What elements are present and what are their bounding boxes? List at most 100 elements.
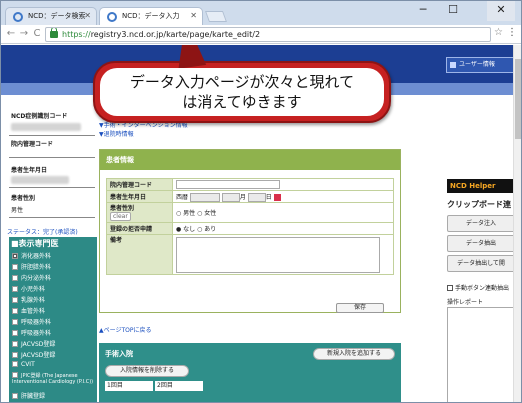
refusal-none-radio[interactable]: なし — [183, 226, 195, 233]
day-input[interactable] — [247, 192, 266, 202]
tab-label: NCD：データ入力 — [122, 12, 180, 20]
back-icon[interactable]: ← — [4, 27, 18, 41]
department-item[interactable]: 肝臓登録 — [12, 391, 45, 400]
checkbox[interactable] — [12, 352, 18, 358]
department-item[interactable]: JACVSD登録 — [12, 350, 55, 359]
checkbox[interactable] — [12, 308, 18, 314]
sex-cell: ○ 男性 ○ 女性 — [172, 202, 394, 223]
divider — [9, 217, 95, 218]
patient-form: 院内管理コード 患者生年月日 西暦 月 日 患者性別clear ○ 男性 ○ — [106, 178, 394, 275]
hospital-code-label: 院内管理コード — [11, 141, 54, 148]
sex-field-label: 患者性別 — [110, 205, 135, 212]
department-list: ■表示専門医 消化器外科 肝胆膵外科 内分泌外科 小児外科 乳腺外科 血管外科 … — [9, 237, 97, 402]
female-radio-label[interactable]: 女性 — [204, 210, 216, 217]
extract-and-open-button[interactable]: データ抽出して開 — [447, 255, 515, 272]
inject-data-button[interactable]: データ注入 — [447, 215, 515, 232]
lock-icon — [50, 28, 58, 38]
clear-button[interactable]: clear — [110, 212, 131, 221]
clipboard-title: クリップボード連 — [447, 200, 511, 209]
department-item[interactable]: 内分泌外科 — [12, 273, 51, 282]
link-discharge-info[interactable]: ▼退院時情報 — [99, 130, 188, 139]
operation-report-label: 操作レポート — [447, 299, 484, 306]
department-item[interactable]: 肝胆膵外科 — [12, 262, 51, 271]
status-text: ステータス：完了(承認済) — [7, 229, 78, 236]
male-radio-label[interactable]: 男性 — [183, 210, 195, 217]
forward-icon[interactable]: → — [17, 27, 31, 41]
refusal-yes-radio[interactable]: あり — [204, 226, 216, 233]
extract-data-button[interactable]: データ抽出 — [447, 235, 515, 252]
checkbox[interactable] — [12, 297, 18, 303]
menu-icon[interactable]: ⋮ — [507, 27, 517, 38]
url-text: registry3.ncd.or.jp/karte/page/karte_edi… — [90, 30, 261, 39]
department-item[interactable]: 呼吸器外科 — [12, 317, 51, 326]
sex-value: 男性 — [11, 207, 24, 214]
checkbox[interactable] — [12, 393, 18, 399]
close-window-button[interactable]: ✕ — [487, 1, 515, 21]
checkbox[interactable] — [447, 285, 453, 291]
url-scheme: https:// — [62, 30, 91, 39]
divider — [9, 135, 95, 136]
add-admission-button[interactable]: 新規入院を追加する — [313, 348, 395, 360]
department-item[interactable]: JPIC登録 (The Japanese Interventional Card… — [12, 372, 96, 385]
department-item[interactable]: 消化器外科 — [12, 251, 51, 260]
checkbox-checked[interactable] — [12, 253, 18, 259]
helper-title: NCD Helper — [447, 179, 515, 193]
case-id-value-redacted — [11, 123, 81, 131]
month-input[interactable] — [221, 192, 240, 202]
user-info-button[interactable]: ユーザー情報 — [446, 57, 515, 73]
department-item[interactable]: 血管外科 — [12, 306, 45, 315]
save-button[interactable]: 保存 — [336, 303, 384, 313]
hospital-code-cell — [172, 178, 394, 191]
checkbox[interactable] — [12, 264, 18, 270]
address-bar[interactable]: https://registry3.ncd.or.jp/karte/page/k… — [45, 27, 491, 42]
hospital-code-input[interactable] — [176, 180, 280, 189]
callout-pointer — [171, 45, 207, 69]
checkbox[interactable] — [12, 319, 18, 325]
page-scrollbar[interactable] — [513, 45, 521, 402]
era-label: 西暦 — [176, 193, 189, 201]
checkbox[interactable] — [12, 275, 18, 281]
department-item[interactable]: 呼吸器外科 — [12, 328, 51, 337]
reload-icon[interactable]: C — [30, 27, 44, 41]
delete-admission-button[interactable]: 入院情報を削除する — [105, 365, 189, 377]
scrollbar-thumb[interactable] — [515, 59, 521, 139]
admission-tab-1[interactable]: 1回目 — [105, 381, 153, 391]
field-label: 院内管理コード — [106, 178, 173, 191]
patient-info-panel: 患者情報 院内管理コード 患者生年月日 西暦 月 日 患者性別 clear ○ … — [99, 149, 401, 313]
operation-panel: 手術入院 新規入院を追加する 入院情報を削除する 1回目 2回目 — [99, 343, 401, 402]
tab-data-input[interactable]: NCD：データ入力 ✕ — [99, 7, 203, 25]
divider — [9, 157, 95, 158]
ncd-favicon-icon — [107, 12, 117, 22]
admission-tab-2[interactable]: 2回目 — [155, 381, 203, 391]
close-tab-icon[interactable]: ✕ — [190, 11, 197, 20]
close-tab-icon[interactable]: ✕ — [84, 11, 91, 20]
bookmark-star-icon[interactable]: ☆ — [494, 27, 503, 38]
manual-extract-option[interactable]: 手動ボタン連動抽出 — [447, 283, 509, 292]
checkbox[interactable] — [12, 341, 18, 347]
page-top-link[interactable]: ▲ページTOPに戻る — [99, 325, 152, 334]
minimize-button[interactable]: ─ — [409, 1, 437, 21]
checkbox[interactable] — [12, 372, 18, 378]
browser-window: NCD：データ検索 ✕ NCD：データ入力 ✕ ─ ☐ ✕ ← → C http… — [0, 0, 522, 403]
checkbox[interactable] — [12, 361, 18, 367]
field-label: 備考 — [106, 234, 173, 275]
sex-label: 患者性別 — [11, 195, 36, 202]
department-item[interactable]: JACVSD登録 — [12, 339, 55, 348]
checkbox[interactable] — [12, 286, 18, 292]
calendar-icon[interactable] — [273, 193, 281, 201]
maximize-button[interactable]: ☐ — [439, 1, 467, 21]
new-tab-button[interactable] — [204, 11, 228, 22]
field-label: 登録の拒否申請 — [106, 222, 173, 235]
tab-data-search[interactable]: NCD：データ検索 ✕ — [5, 7, 97, 25]
year-input[interactable] — [189, 192, 220, 202]
callout-text: データ入力ページが次々と現れて は消えてゆきます — [100, 68, 384, 116]
callout-line-1: データ入力ページが次々と現れて — [129, 73, 355, 91]
department-item[interactable]: CVIT — [12, 361, 35, 368]
department-item[interactable]: 乳腺外科 — [12, 295, 45, 304]
ncd-helper-panel: NCD Helper クリップボード連 データ注入 データ抽出 データ抽出して開… — [445, 177, 515, 402]
annotation-callout: データ入力ページが次々と現れて は消えてゆきます — [93, 45, 391, 123]
department-item[interactable]: 小児外科 — [12, 284, 45, 293]
field-label: 患者性別 clear — [106, 202, 173, 223]
checkbox[interactable] — [12, 330, 18, 336]
notes-textarea[interactable] — [176, 236, 380, 273]
